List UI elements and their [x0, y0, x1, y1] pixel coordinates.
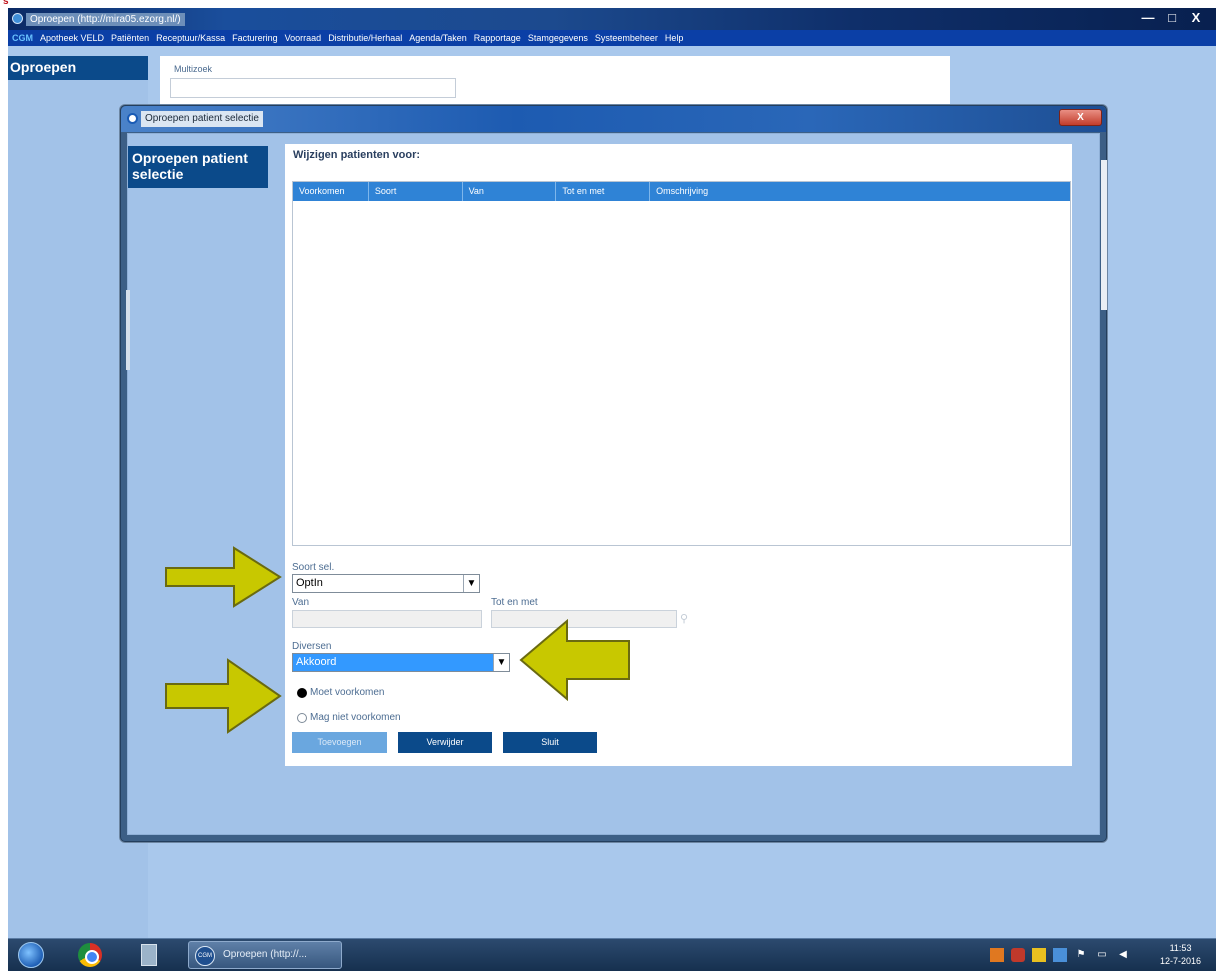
multizoek-label: Multizoek [174, 64, 213, 74]
menu-bar: CGM Apotheek VELD Patiënten Receptuur/Ka… [8, 30, 1216, 46]
multizoek-input[interactable] [170, 78, 456, 98]
menu-item-systeembeheer[interactable]: Systeembeheer [595, 33, 658, 43]
radio-moet-label: Moet voorkomen [310, 687, 385, 698]
dialog-footer [128, 786, 1099, 834]
monitor-icon[interactable]: ▭ [1095, 948, 1109, 962]
scrollbar[interactable] [1101, 160, 1107, 310]
top-cap: s [0, 0, 1216, 8]
calculator-icon[interactable] [141, 944, 157, 966]
radio-mag-niet-label: Mag niet voorkomen [310, 712, 401, 723]
col-omschrijving[interactable]: Omschrijving [650, 182, 1070, 201]
menu-item-patienten[interactable]: Patiënten [111, 33, 149, 43]
multizoek-card: Multizoek [160, 56, 950, 106]
menu-item-distributie[interactable]: Distributie/Herhaal [328, 33, 402, 43]
shield-icon[interactable] [1011, 948, 1025, 962]
window-titlebar: Oproepen (http://mira05.ezorg.nl/) — □ X [8, 8, 1216, 30]
taskbar-item-oproepen[interactable]: CGM Oproepen (http://... [188, 941, 342, 969]
flag-icon[interactable]: ⚑ [1074, 948, 1088, 962]
tray-folder-icon[interactable] [1032, 948, 1046, 962]
radio-mag-niet-voorkomen[interactable]: Mag niet voorkomen [297, 712, 401, 723]
dialog-content: Wijzigen patienten voor: Voorkomen Soort… [285, 144, 1072, 766]
menu-item-stamgegevens[interactable]: Stamgegevens [528, 33, 588, 43]
diversen-label: Diversen [292, 641, 332, 652]
van-label: Van [292, 597, 310, 608]
clock-date: 12-7-2016 [1160, 956, 1202, 966]
menu-item-help[interactable]: Help [665, 33, 684, 43]
col-soort[interactable]: Soort [369, 182, 463, 201]
sluit-button[interactable]: Sluit [503, 732, 597, 753]
scrollbar-left[interactable] [126, 290, 130, 370]
cgm-task-icon: CGM [195, 946, 215, 966]
grid-header: Voorkomen Soort Van Tot en met Omschrijv… [293, 182, 1070, 201]
chevron-down-icon: ▼ [493, 654, 509, 671]
col-voorkomen[interactable]: Voorkomen [293, 182, 369, 201]
menu-item-receptuur[interactable]: Receptuur/Kassa [156, 33, 225, 43]
dialog-app-icon [127, 113, 138, 124]
cgm-logo: CGM [12, 33, 33, 43]
start-button[interactable] [18, 942, 44, 968]
menu-item-rapportage[interactable]: Rapportage [474, 33, 521, 43]
menu-item-apotheek[interactable]: Apotheek VELD [40, 33, 104, 43]
menu-item-agenda[interactable]: Agenda/Taken [409, 33, 467, 43]
taskbar: CGM Oproepen (http://... ⚑ ▭ ◀ 11:53 12-… [8, 938, 1216, 971]
search-icon[interactable]: ⚲ [680, 612, 688, 625]
chevron-down-icon: ▼ [463, 575, 479, 592]
van-input[interactable] [292, 610, 482, 628]
annotation-arrow-soort [165, 546, 282, 608]
soort-sel-select[interactable]: OptIn ▼ [292, 574, 480, 593]
clock-time: 11:53 [1169, 943, 1192, 953]
diversen-select[interactable]: Akkoord ▼ [292, 653, 510, 672]
radio-unchecked-icon [297, 712, 307, 723]
dialog-title: Oproepen patient selectie [141, 111, 263, 127]
window-title: Oproepen (http://mira05.ezorg.nl/) [26, 13, 185, 26]
page-heading: Wijzigen patienten voor: [293, 149, 421, 161]
soort-sel-value: OptIn [296, 577, 323, 589]
soort-sel-label: Soort sel. [292, 562, 335, 573]
col-tot-en-met[interactable]: Tot en met [556, 182, 651, 201]
clock[interactable]: 11:53 12-7-2016 [1160, 942, 1201, 968]
annotation-arrow-diversen [519, 619, 630, 701]
tot-en-met-label: Tot en met [491, 597, 538, 608]
app-icon [12, 13, 23, 24]
dialog-titlebar: Oproepen patient selectie X [121, 106, 1106, 132]
close-window-button[interactable]: X [1184, 10, 1208, 27]
cropped-caption: s [3, 0, 9, 7]
chrome-icon[interactable] [78, 943, 102, 967]
toevoegen-button[interactable]: Toevoegen [292, 732, 387, 753]
speaker-icon[interactable]: ◀ [1116, 948, 1130, 962]
radio-moet-voorkomen[interactable]: Moet voorkomen [297, 687, 384, 698]
verwijder-button[interactable]: Verwijder [398, 732, 492, 753]
taskbar-item-label: Oproepen (http://... [223, 949, 307, 960]
diversen-value: Akkoord [296, 656, 337, 668]
window-controls: — □ X [1136, 10, 1208, 27]
system-tray: ⚑ ▭ ◀ [990, 948, 1130, 962]
dialog-close-button[interactable]: X [1059, 109, 1102, 126]
nav-oproepen[interactable]: Oproepen [8, 56, 148, 80]
menu-item-voorraad[interactable]: Voorraad [285, 33, 322, 43]
tray-network-icon[interactable] [1053, 948, 1067, 962]
nav-oproepen-patient-selectie[interactable]: Oproepen patient selectie [128, 146, 268, 188]
minimize-button[interactable]: — [1136, 10, 1160, 27]
tray-app-icon[interactable] [990, 948, 1004, 962]
annotation-arrow-radio [165, 658, 282, 734]
col-van[interactable]: Van [463, 182, 557, 201]
patients-grid: Voorkomen Soort Van Tot en met Omschrijv… [292, 181, 1071, 546]
menu-item-facturering[interactable]: Facturering [232, 33, 278, 43]
radio-checked-icon [297, 687, 307, 698]
maximize-button[interactable]: □ [1160, 10, 1184, 27]
